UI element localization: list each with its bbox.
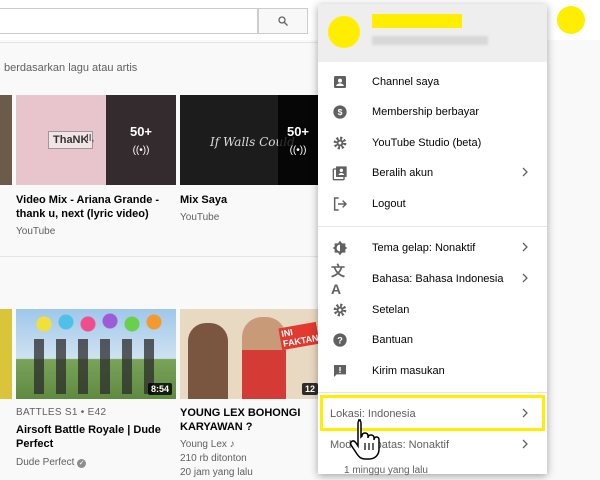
avatar [328, 16, 360, 48]
feedback-icon [331, 362, 349, 380]
menu-item-label: Tema gelap: Nonaktif [372, 242, 476, 254]
section-subtitle: berdasarkan lagu atau artis [4, 62, 138, 74]
divider [0, 256, 318, 257]
menu-item-label: Beralih akun [372, 167, 434, 179]
video-thumbnail[interactable]: 8:54 [16, 309, 176, 399]
menu-divider [318, 226, 547, 227]
playlist-count-overlay: 50+ ((•)) [278, 95, 318, 185]
channel-name[interactable]: YouTube [180, 211, 219, 225]
menu-item-studio[interactable]: YouTube Studio (beta) [318, 128, 547, 158]
upload-age: 20 jam yang lalu [180, 467, 253, 478]
mix-radio-icon: ((•)) [289, 145, 307, 156]
chevron-right-icon [522, 439, 528, 449]
video-title[interactable]: YOUNG LEX BOHONGI KARYAWAN ? [180, 406, 310, 434]
menu-item-label: Membership berbayar [372, 106, 479, 118]
video-thumbnail[interactable]: INI FAKTAN 12 [180, 309, 318, 399]
channel-name[interactable]: YouTube [16, 225, 55, 239]
person-left [188, 323, 228, 399]
avatar[interactable] [557, 6, 585, 34]
account-box-icon [331, 73, 349, 91]
channel-name[interactable]: Young Lex ♪ [180, 438, 235, 452]
chevron-right-icon [522, 273, 528, 283]
svg-text:?: ? [337, 335, 343, 345]
people-group [34, 339, 164, 394]
search-icon [278, 16, 288, 26]
thumbnail-badge: INI FAKTAN [278, 321, 318, 351]
switch-account-icon [331, 164, 349, 182]
video-duration: 8:54 [147, 383, 172, 395]
menu-item-membership[interactable]: $ Membership berbayar [318, 97, 547, 127]
menu-item-switch-account[interactable]: Beralih akun [318, 158, 547, 188]
translate-icon: 文A [331, 263, 345, 297]
menu-item-channel[interactable]: Channel saya [318, 67, 547, 97]
video-thumbnail-partial[interactable] [0, 309, 12, 399]
gear-icon [331, 134, 349, 152]
channel-name[interactable]: Dude Perfect ✓ [16, 456, 87, 470]
thumbnail-text-ii: II, [86, 133, 95, 144]
menu-item-logout[interactable]: Logout [318, 189, 547, 219]
menu-item-label: Kirim masukan [372, 365, 445, 377]
playlist-count-overlay: 50+ ((•)) [106, 95, 176, 185]
series-label: BATTLES S1 • E42 [16, 407, 107, 418]
menu-item-label: Bantuan [372, 334, 413, 346]
playlist-count: 50+ [129, 124, 153, 139]
video-title[interactable]: Airsoft Battle Royale | Dude Perfect [16, 423, 166, 451]
svg-text:$: $ [338, 107, 343, 117]
menu-item-settings[interactable]: Setelan [318, 295, 547, 325]
dollar-icon: $ [331, 103, 349, 121]
gear-icon [331, 301, 349, 319]
verified-icon: ✓ [77, 459, 87, 468]
menu-item-label: Bahasa: Bahasa Indonesia [372, 273, 504, 285]
mix-radio-icon: ((•)) [132, 145, 150, 156]
menu-item-dark-theme[interactable]: Tema gelap: Nonaktif [318, 233, 547, 263]
hand-cursor-icon [349, 419, 380, 460]
menu-item-label: Setelan [372, 304, 410, 316]
chevron-right-icon [522, 242, 528, 252]
menu-item-label: Logout [372, 198, 406, 210]
menu-item-language[interactable]: 文A Bahasa: Bahasa Indonesia [318, 263, 547, 297]
divider [0, 42, 318, 43]
account-email-redacted [372, 36, 488, 45]
balloons [36, 313, 166, 335]
video-title[interactable]: Mix Saya [180, 193, 310, 207]
video-duration: 12 [301, 383, 318, 395]
view-count: 210 rb ditonton [180, 453, 247, 464]
menu-item-help[interactable]: ? Bantuan [318, 325, 547, 355]
menu-item-label: YouTube Studio (beta) [372, 137, 482, 149]
search-button[interactable] [258, 8, 308, 34]
upload-age: 1 minggu yang lalu [344, 465, 428, 476]
chevron-right-icon [522, 167, 528, 177]
logout-icon [331, 195, 349, 213]
video-thumbnail[interactable]: If Walls Could 50+ ((•)) [180, 95, 318, 185]
playlist-count: 50+ [286, 124, 310, 139]
search-input[interactable] [0, 8, 258, 34]
account-header [318, 4, 547, 62]
video-thumbnail[interactable]: ThaNK II, 50+ ((•)) [16, 95, 176, 185]
help-icon: ? [331, 331, 349, 349]
video-thumbnail-partial[interactable] [0, 95, 12, 185]
menu-item-feedback[interactable]: Kirim masukan [318, 356, 547, 386]
video-title[interactable]: Video Mix - Ariana Grande - thank u, nex… [16, 193, 166, 221]
dark-theme-icon [331, 239, 349, 257]
account-name-redacted [372, 14, 462, 28]
menu-divider [318, 392, 547, 393]
menu-item-label: Channel saya [372, 76, 440, 88]
